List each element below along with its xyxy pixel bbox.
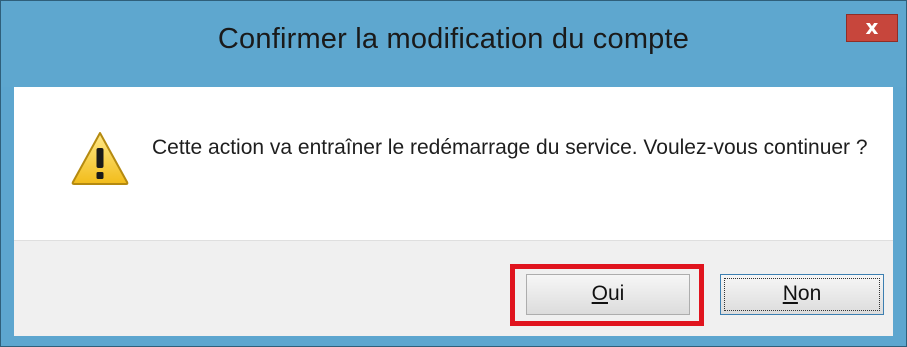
- dialog-body: Cette action va entraîner le redémarrage…: [14, 87, 893, 240]
- title-bar[interactable]: Confirmer la modification du compte x: [1, 1, 906, 87]
- dialog-message: Cette action va entraîner le redémarrage…: [152, 136, 868, 159]
- focus-ring: [724, 278, 880, 311]
- dialog-window: Confirmer la modification du compte x Ce…: [0, 0, 907, 347]
- warning-icon: [71, 132, 129, 185]
- close-button[interactable]: x: [846, 14, 898, 42]
- button-bar: Oui Non: [14, 240, 893, 336]
- dialog-title: Confirmer la modification du compte: [217, 23, 690, 55]
- close-icon: x: [865, 15, 879, 39]
- no-button[interactable]: Non: [720, 274, 884, 315]
- highlight-box: [510, 264, 704, 326]
